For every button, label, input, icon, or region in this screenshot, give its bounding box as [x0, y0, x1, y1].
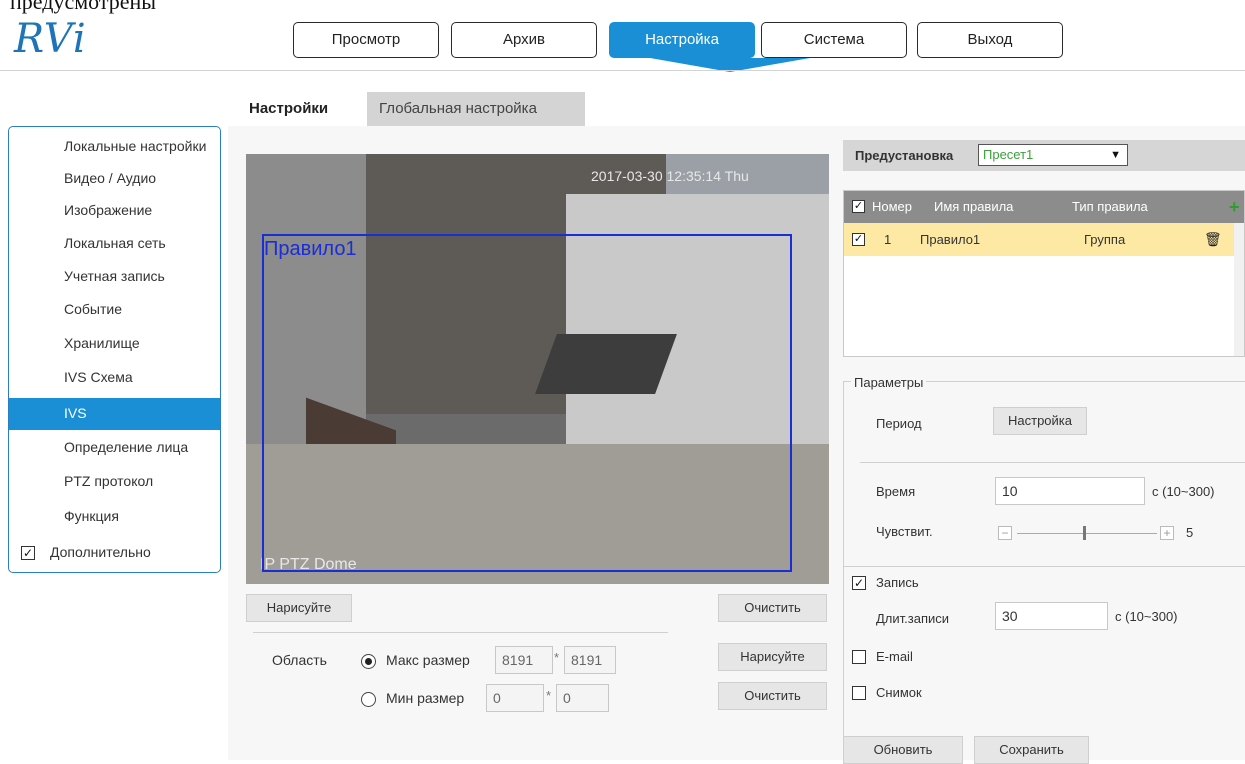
nav-settings-button[interactable]: Настройка [609, 22, 755, 58]
record-label: Запись [876, 575, 919, 590]
preset-value: Пресет1 [983, 147, 1034, 162]
chevron-down-icon: ▼ [1110, 149, 1121, 161]
rule-number: 1 [884, 232, 892, 247]
snapshot-checkbox[interactable] [852, 686, 866, 700]
time-label: Время [876, 484, 916, 499]
tab-settings[interactable]: Настройки [237, 92, 340, 126]
sensitivity-decrease-button[interactable]: − [998, 526, 1012, 540]
sidebar-item-local-settings[interactable]: Локальные настройки [9, 131, 220, 163]
sidebar-item-ivs-scheme[interactable]: IVS Схема [9, 362, 220, 394]
sensitivity-increase-button[interactable]: + [1160, 526, 1174, 540]
page-caption: предусмотрены [10, 0, 157, 14]
record-checkbox[interactable]: ✓ [852, 576, 866, 590]
params-fieldset [843, 381, 1245, 760]
area-draw-button[interactable]: Нарисуйте [718, 643, 827, 671]
preset-select[interactable]: Пресет1 ▼ [978, 144, 1128, 166]
sidebar-item-ptz-protocol[interactable]: PTZ протокол [9, 466, 220, 498]
preset-bar: Предустановка Пресет1 ▼ [843, 140, 1245, 171]
sensitivity-track[interactable] [1017, 533, 1157, 534]
min-height-field[interactable]: 0 [556, 684, 609, 712]
logo: RVi [14, 16, 87, 62]
table-row[interactable]: ✓ 1 Правило1 Группа 🗑 [844, 223, 1234, 256]
sidebar-item-face-detection[interactable]: Определение лица [9, 432, 220, 464]
clear-rule-button[interactable]: Очистить [718, 594, 827, 622]
period-settings-button[interactable]: Настройка [993, 407, 1087, 435]
sidebar-item-event[interactable]: Событие [9, 294, 220, 326]
table-scrollbar[interactable] [1234, 223, 1244, 356]
nav-archive-button[interactable]: Архив [451, 22, 597, 58]
area-label: Область [272, 652, 327, 668]
sidebar-item-account[interactable]: Учетная запись [9, 261, 220, 293]
min-size-radio[interactable] [361, 692, 376, 707]
rules-table: ✓ Номер Имя правила Тип правила + ✓ 1 Пр… [843, 190, 1245, 357]
header-divider [0, 70, 1245, 71]
params-divider-2 [843, 566, 1245, 567]
sidebar-item-advanced[interactable]: ✓ Дополнительно [9, 537, 220, 569]
rule-name: Правило1 [920, 232, 981, 247]
rule-region-label: Правило1 [264, 238, 357, 260]
max-size-label: Макс размер [386, 652, 470, 668]
min-width-field[interactable]: 0 [486, 684, 544, 712]
max-height-field[interactable]: 8191 [564, 646, 616, 674]
area-divider [253, 632, 668, 633]
sidebar-item-storage[interactable]: Хранилище [9, 328, 220, 360]
sidebar: Локальные настройки Видео / Аудио Изобра… [8, 126, 221, 573]
sensitivity-value: 5 [1186, 525, 1194, 540]
params-title: Параметры [851, 375, 927, 390]
record-length-unit: с (10~300) [1115, 609, 1178, 624]
email-checkbox[interactable] [852, 650, 866, 664]
max-width-field[interactable]: 8191 [495, 646, 553, 674]
nav-view-button[interactable]: Просмотр [293, 22, 439, 58]
video-timestamp: 2017-03-30 12:35:14 Thu [591, 168, 749, 184]
column-rule-type: Тип правила [1072, 199, 1148, 214]
column-rule-name: Имя правила [934, 199, 1014, 214]
sensitivity-label: Чувствит. [876, 524, 933, 539]
max-size-radio[interactable] [361, 654, 376, 669]
nav-system-button[interactable]: Система [761, 22, 907, 58]
time-unit: с (10~300) [1152, 484, 1215, 499]
min-size-label: Мин размер [386, 690, 465, 706]
nav-exit-button[interactable]: Выход [917, 22, 1063, 58]
sidebar-item-image[interactable]: Изображение [9, 195, 220, 227]
record-length-field[interactable]: 30 [995, 602, 1108, 630]
sidebar-item-advanced-label: Дополнительно [50, 544, 151, 560]
rule-type: Группа [1084, 232, 1126, 247]
advanced-checkbox[interactable]: ✓ [21, 546, 35, 560]
sensitivity-thumb[interactable] [1083, 526, 1086, 540]
snapshot-label: Снимок [876, 685, 922, 700]
sidebar-item-ivs[interactable]: IVS [9, 398, 220, 430]
time-field[interactable]: 10 [995, 477, 1145, 505]
min-size-separator: * [546, 688, 552, 703]
sidebar-item-video-audio[interactable]: Видео / Аудио [9, 163, 220, 195]
tab-global-settings[interactable]: Глобальная настройка [367, 92, 585, 126]
rules-table-header: ✓ Номер Имя правила Тип правила + [844, 191, 1244, 223]
rule-row-checkbox[interactable]: ✓ [852, 233, 865, 246]
sidebar-item-network[interactable]: Локальная сеть [9, 228, 220, 260]
preset-label: Предустановка [855, 148, 954, 163]
add-rule-icon[interactable]: + [1229, 191, 1240, 223]
record-length-label: Длит.записи [876, 611, 950, 626]
draw-rule-button[interactable]: Нарисуйте [246, 594, 352, 622]
area-clear-button[interactable]: Очистить [718, 682, 827, 710]
max-size-separator: * [554, 650, 560, 665]
period-label: Период [876, 416, 922, 431]
sidebar-item-function[interactable]: Функция [9, 501, 220, 533]
trash-icon[interactable]: 🗑 [1204, 223, 1222, 256]
params-divider [860, 462, 1245, 463]
rule-region-outline[interactable] [262, 234, 792, 572]
email-label: E-mail [876, 649, 913, 664]
select-all-checkbox[interactable]: ✓ [852, 200, 865, 213]
column-number: Номер [872, 199, 913, 214]
video-preview[interactable]: 2017-03-30 12:35:14 Thu IP PTZ Dome Прав… [246, 154, 829, 584]
